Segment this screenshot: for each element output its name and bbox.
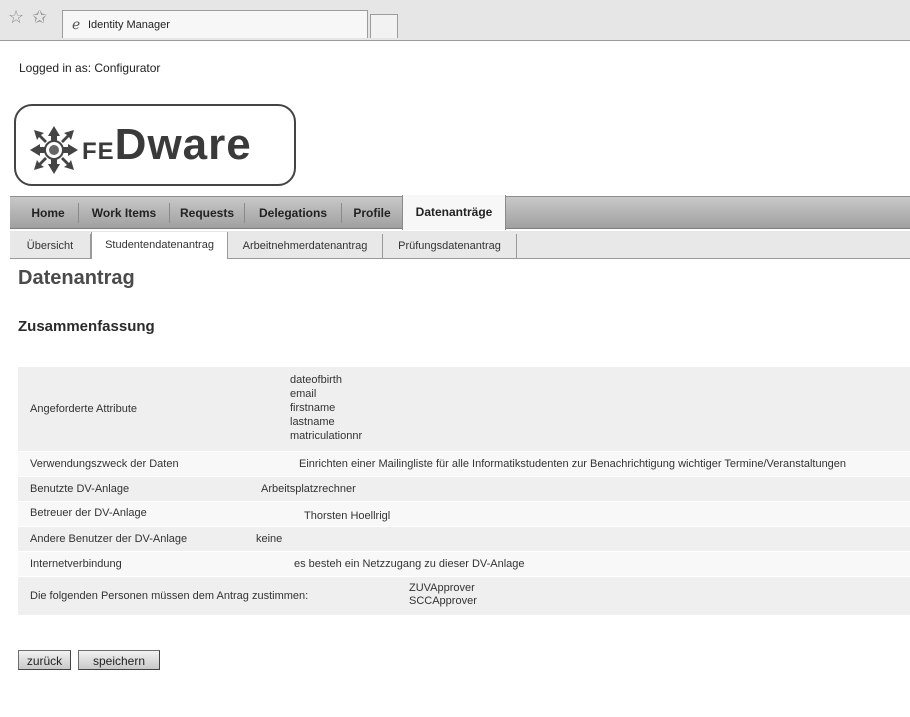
fedware-logo-icon bbox=[30, 126, 78, 174]
row-label: Benutzte DV-Anlage bbox=[30, 483, 130, 495]
save-button[interactable]: speichern bbox=[78, 650, 160, 670]
summary-table: Angeforderte Attribute dateofbirth email… bbox=[18, 367, 910, 616]
tab-studentendatenantrag[interactable]: Studentendatenantrag bbox=[91, 232, 228, 259]
attribute-item: dateofbirth bbox=[290, 374, 342, 386]
browser-tab[interactable]: ℯ Identity Manager bbox=[62, 10, 368, 38]
logged-in-text: Logged in as: Configurator bbox=[19, 61, 161, 75]
nav-delegations[interactable]: Delegations bbox=[245, 197, 341, 228]
summary-row: Die folgenden Personen müssen dem Antrag… bbox=[18, 577, 910, 616]
summary-row: Andere Benutzer der DV-Anlage keine bbox=[18, 527, 910, 552]
tab-arbeitnehmerdatenantrag[interactable]: Arbeitnehmerdatenantrag bbox=[228, 234, 383, 258]
row-value: es besteh ein Netzzugang zu dieser DV-An… bbox=[294, 558, 525, 570]
back-button[interactable]: zurück bbox=[18, 650, 71, 670]
page-title: Datenantrag bbox=[18, 267, 135, 289]
row-value: dateofbirth email firstname lastname mat… bbox=[290, 373, 362, 443]
logo-text: FEDware bbox=[82, 120, 252, 169]
row-value: keine bbox=[256, 533, 283, 545]
tab-title: Identity Manager bbox=[88, 19, 170, 31]
row-label: Betreuer der DV-Anlage bbox=[30, 507, 147, 519]
row-label: Die folgenden Personen müssen dem Antrag… bbox=[30, 590, 309, 602]
row-label: Andere Benutzer der DV-Anlage bbox=[30, 533, 188, 545]
ie-icon: ℯ bbox=[72, 17, 81, 33]
main-nav: Home Work Items Requests Delegations Pro… bbox=[10, 195, 910, 230]
nav-datenantraege[interactable]: Datenanträge bbox=[402, 195, 506, 230]
attribute-item: matriculationnr bbox=[290, 430, 363, 442]
row-value: Thorsten Hoellrigl bbox=[304, 510, 391, 522]
summary-row: Benutzte DV-Anlage Arbeitsplatzrechner bbox=[18, 477, 910, 502]
row-value: Arbeitsplatzrechner bbox=[261, 483, 356, 495]
nav-home[interactable]: Home bbox=[18, 197, 78, 228]
browser-toolbar: ☆ ✩ ℯ Identity Manager bbox=[0, 0, 910, 41]
tab-pruefungsdatenantrag[interactable]: Prüfungsdatenantrag bbox=[383, 234, 517, 258]
attribute-item: email bbox=[290, 388, 317, 400]
row-label: Verwendungszweck der Daten bbox=[30, 458, 179, 470]
tab-uebersicht[interactable]: Übersicht bbox=[10, 234, 91, 258]
attribute-item: lastname bbox=[290, 416, 335, 428]
star-icon[interactable]: ☆ bbox=[8, 8, 24, 26]
new-tab-button[interactable] bbox=[370, 14, 398, 38]
row-label: Angeforderte Attribute bbox=[30, 403, 138, 415]
approver-item: SCCApprover bbox=[409, 595, 477, 607]
nav-work-items[interactable]: Work Items bbox=[79, 197, 169, 228]
summary-row: Angeforderte Attribute dateofbirth email… bbox=[18, 367, 910, 452]
star-add-icon[interactable]: ✩ bbox=[32, 8, 47, 26]
row-value: Einrichten einer Mailingliste für alle I… bbox=[299, 458, 847, 470]
fedware-logo: FEDware bbox=[14, 104, 296, 186]
nav-requests[interactable]: Requests bbox=[170, 197, 244, 228]
approver-item: ZUVApprover bbox=[409, 582, 475, 594]
summary-row: Internetverbindung es besteh ein Netzzug… bbox=[18, 552, 910, 577]
row-label: Internetverbindung bbox=[30, 558, 122, 570]
summary-row: Verwendungszweck der Daten Einrichten ei… bbox=[18, 452, 910, 477]
row-value: ZUVApprover SCCApprover bbox=[409, 582, 477, 608]
nav-profile[interactable]: Profile bbox=[342, 197, 402, 228]
sub-nav: Übersicht Studentendatenantrag Arbeitneh… bbox=[10, 231, 910, 259]
section-title: Zusammenfassung bbox=[18, 318, 155, 335]
attribute-item: firstname bbox=[290, 402, 336, 414]
summary-row: Betreuer der DV-Anlage Thorsten Hoellrig… bbox=[18, 502, 910, 527]
